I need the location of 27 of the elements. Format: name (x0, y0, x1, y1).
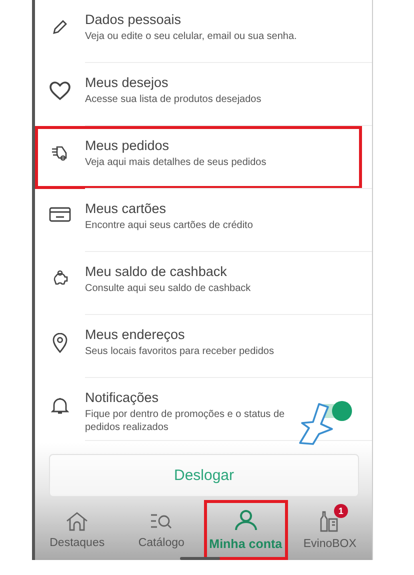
menu-item-description: Encontre aqui seus cartões de crédito (85, 219, 254, 232)
menu-item-title[interactable]: Meus endereços (85, 327, 362, 342)
menu-item-title[interactable]: Meus cartões (85, 201, 362, 216)
home-indicator (180, 557, 220, 560)
home-icon (65, 511, 90, 531)
pencil-icon (51, 18, 69, 36)
menu-item-title[interactable]: Meus desejos (85, 75, 362, 90)
delivery-bag-icon (51, 144, 69, 162)
menu-item-title[interactable]: Meu saldo de cashback (85, 264, 362, 279)
credit-card-icon (49, 207, 71, 222)
heart-icon (49, 81, 71, 101)
menu-item-description: Seus locais favoritos para receber pedidos (85, 345, 275, 358)
tab[interactable]: Destaques (35, 500, 120, 560)
tab[interactable]: EvinoBOX 1 (288, 500, 372, 560)
location-pin-icon (52, 333, 68, 353)
notification-badge: 1 (334, 504, 348, 518)
person-icon (234, 509, 258, 531)
menu-item-description: Veja aqui mais detalhes de seus pedidos (85, 156, 268, 169)
menu-item-description: Veja ou edite o seu celular, email ou sua senha. (85, 30, 298, 43)
menu-item-description: Fique por dentro de promoções e o status de pedidos realizados (85, 408, 286, 434)
bell-icon (51, 396, 69, 415)
menu-item-title[interactable]: Notificações (85, 390, 318, 405)
menu-item-description: Acesse sua lista de produtos desejados (85, 93, 262, 106)
menu-item-title[interactable]: Meus pedidos (85, 138, 352, 153)
tab[interactable]: Catálogo (119, 500, 204, 560)
menu-item-title[interactable]: Dados pessoais (85, 12, 362, 27)
menu-item-description: Consulte aqui seu saldo de cashback (85, 282, 252, 295)
